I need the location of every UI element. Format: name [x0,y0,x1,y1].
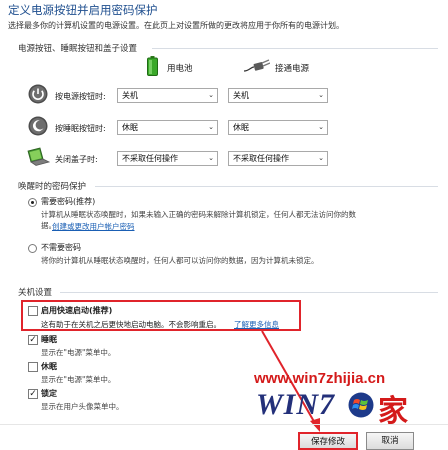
windows-flag-icon [348,392,374,418]
watermark-logo: WIN7 [256,388,336,421]
watermark-url: www.win7zhijia.cn [254,370,386,387]
save-changes-button[interactable]: 保存修改 [298,432,358,450]
footer-divider [0,424,448,425]
cancel-button[interactable]: 取消 [366,432,414,450]
